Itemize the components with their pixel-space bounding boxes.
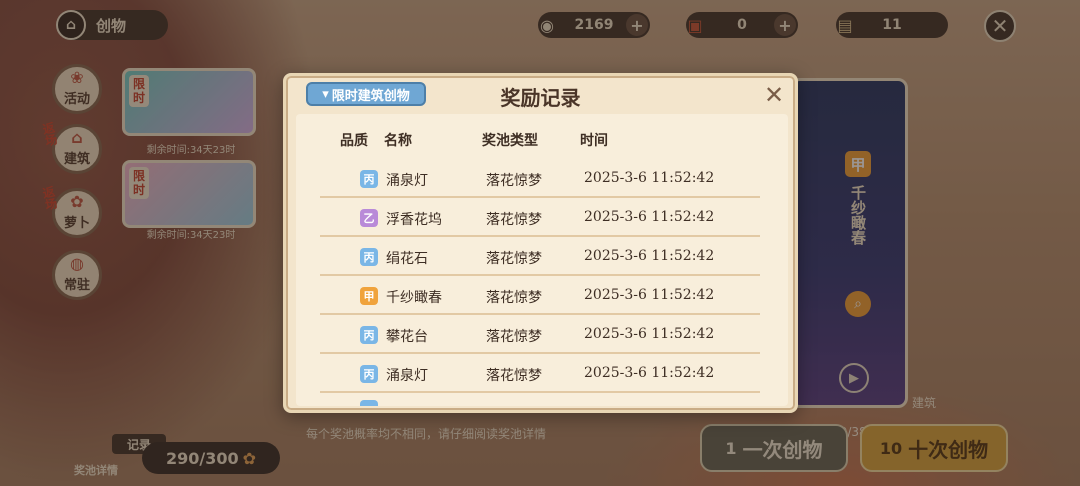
item-name: 浮香花坞 bbox=[386, 212, 442, 228]
grade-badge: 丙 bbox=[360, 365, 378, 383]
pool-name: 落花惊梦 bbox=[486, 251, 542, 267]
record-table: 品质 名称 奖池类型 时间 丙 涌泉灯 落花惊梦 2025-3-6 11:52:… bbox=[296, 114, 788, 406]
table-row: 丙 攀花台 落花惊梦 2025-3-6 11:52:42 bbox=[320, 315, 760, 354]
pool-name: 落花惊梦 bbox=[486, 173, 542, 189]
item-name: 涌泉灯 bbox=[386, 368, 428, 384]
grade-badge: 乙 bbox=[360, 209, 378, 227]
column-header-name: 名称 bbox=[384, 133, 412, 149]
grade-badge bbox=[360, 400, 378, 406]
pool-name: 落花惊梦 bbox=[486, 290, 542, 306]
item-name: 涌泉灯 bbox=[386, 173, 428, 189]
reward-record-dialog: ▾ 限时建筑创物 奖励记录 ✕ 品质 名称 奖池类型 时间 丙 涌泉灯 落花惊梦… bbox=[283, 73, 798, 413]
item-name: 攀花台 bbox=[386, 329, 428, 345]
item-name: 绢花石 bbox=[386, 251, 428, 267]
column-header-quality: 品质 bbox=[340, 133, 368, 149]
record-time: 2025-3-6 11:52:42 bbox=[584, 248, 715, 264]
dialog-title: 奖励记录 bbox=[500, 86, 581, 110]
table-row-partial bbox=[320, 398, 760, 406]
grade-badge: 丙 bbox=[360, 248, 378, 266]
pool-name: 落花惊梦 bbox=[486, 212, 542, 228]
table-row: 丙 涌泉灯 落花惊梦 2025-3-6 11:52:42 bbox=[320, 159, 760, 198]
pool-name: 落花惊梦 bbox=[486, 368, 542, 384]
record-time: 2025-3-6 11:52:42 bbox=[584, 209, 715, 225]
table-row: 甲 千纱瞰春 落花惊梦 2025-3-6 11:52:42 bbox=[320, 276, 760, 315]
item-name: 千纱瞰春 bbox=[386, 290, 442, 306]
column-header-pool: 奖池类型 bbox=[482, 133, 538, 149]
record-time: 2025-3-6 11:52:42 bbox=[584, 365, 715, 381]
column-header-time: 时间 bbox=[580, 133, 608, 149]
grade-badge: 甲 bbox=[360, 287, 378, 305]
grade-badge: 丙 bbox=[360, 170, 378, 188]
record-time: 2025-3-6 11:52:42 bbox=[584, 170, 715, 186]
record-time: 2025-3-6 11:52:42 bbox=[584, 326, 715, 342]
table-row: 丙 涌泉灯 落花惊梦 2025-3-6 11:52:42 bbox=[320, 354, 760, 393]
record-time: 2025-3-6 11:52:42 bbox=[584, 287, 715, 303]
close-icon[interactable]: ✕ bbox=[763, 83, 785, 107]
pool-name: 落花惊梦 bbox=[486, 329, 542, 345]
table-row: 丙 绢花石 落花惊梦 2025-3-6 11:52:42 bbox=[320, 237, 760, 276]
table-row: 乙 浮香花坞 落花惊梦 2025-3-6 11:52:42 bbox=[320, 198, 760, 237]
grade-badge: 丙 bbox=[360, 326, 378, 344]
